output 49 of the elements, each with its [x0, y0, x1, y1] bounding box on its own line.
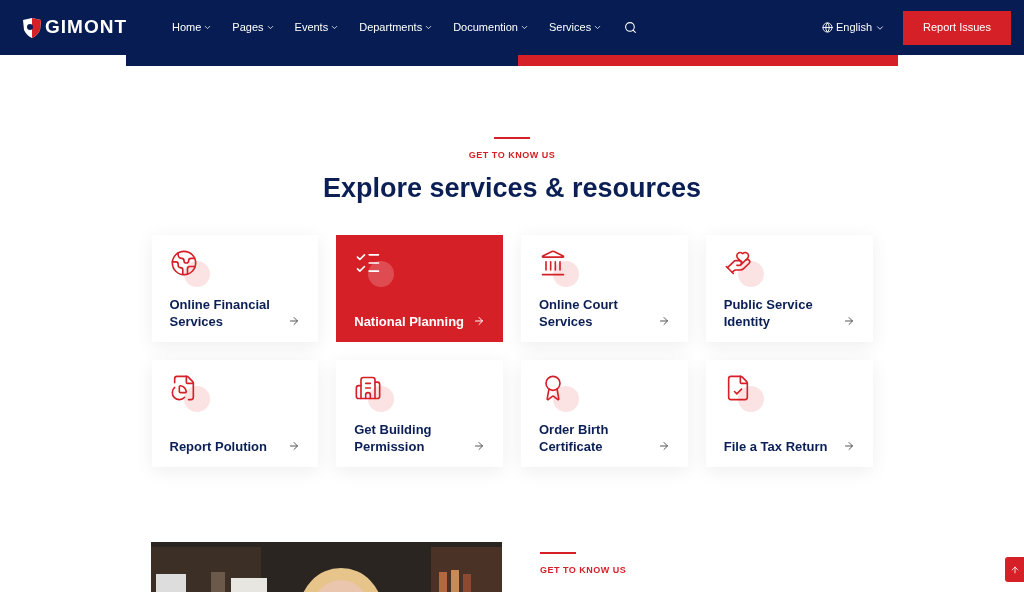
- language-selector[interactable]: English: [821, 19, 885, 36]
- section-heading: Explore services & resources: [322, 171, 702, 204]
- service-card[interactable]: Order Birth Certificate: [521, 359, 688, 467]
- service-card[interactable]: Report Polution: [151, 359, 319, 467]
- arrow-icon: [842, 314, 855, 327]
- nav-link[interactable]: Pages: [232, 19, 275, 36]
- section-eyebrow: GET TO KNOW US: [468, 149, 556, 162]
- service-title: National Planning: [354, 312, 465, 330]
- nav-link[interactable]: Documention: [453, 19, 529, 36]
- courthouse-icon: [539, 248, 579, 287]
- chevron-down-icon: [593, 23, 603, 32]
- service-title: Report Polution: [169, 437, 268, 455]
- arrow-up-icon: [1009, 564, 1020, 575]
- service-title: Online Court Services: [539, 295, 619, 330]
- arrow-icon: [288, 314, 301, 327]
- service-title: Public Service Identity: [723, 295, 814, 330]
- service-card[interactable]: File a Tax Return: [705, 359, 873, 467]
- arrow-icon: [842, 439, 855, 452]
- service-title: Order Birth Certificate: [539, 420, 610, 455]
- section-eyebrow: GET TO KNOW US: [540, 563, 627, 577]
- service-card[interactable]: National Planning: [336, 234, 503, 342]
- report-issues-button[interactable]: Report Issues: [903, 10, 1011, 45]
- service-card[interactable]: Online Court Services: [521, 234, 688, 342]
- nav-link[interactable]: Services: [549, 19, 603, 36]
- nav-link[interactable]: Events: [294, 19, 340, 36]
- chevron-down-icon: [203, 23, 213, 32]
- document-chart-icon: [169, 373, 210, 412]
- search-icon[interactable]: [624, 21, 638, 34]
- service-title: Online Financial Services: [169, 295, 271, 330]
- service-card[interactable]: Get Building Permission: [336, 359, 503, 467]
- chevron-down-icon: [265, 23, 275, 32]
- arrow-icon: [473, 439, 485, 452]
- service-card[interactable]: Public Service Identity: [705, 234, 873, 342]
- arrow-icon: [657, 314, 670, 327]
- service-title: Get Building Permission: [354, 420, 433, 455]
- arrow-icon: [473, 314, 485, 327]
- arrow-icon: [288, 439, 301, 452]
- chevron-down-icon: [330, 23, 340, 32]
- chevron-down-icon: [520, 23, 529, 32]
- arrow-icon: [657, 439, 670, 452]
- chevron-down-icon: [424, 23, 434, 32]
- shield-logo-icon: [22, 16, 42, 39]
- globe-icon: [821, 22, 833, 33]
- service-title: File a Tax Return: [723, 437, 829, 455]
- nav-link[interactable]: Home: [172, 19, 213, 36]
- logo-text: GIMONT: [45, 15, 127, 40]
- globe-icon: [169, 248, 210, 287]
- nav-link[interactable]: Departments: [359, 19, 434, 36]
- service-card[interactable]: Online Financial Services: [151, 234, 319, 342]
